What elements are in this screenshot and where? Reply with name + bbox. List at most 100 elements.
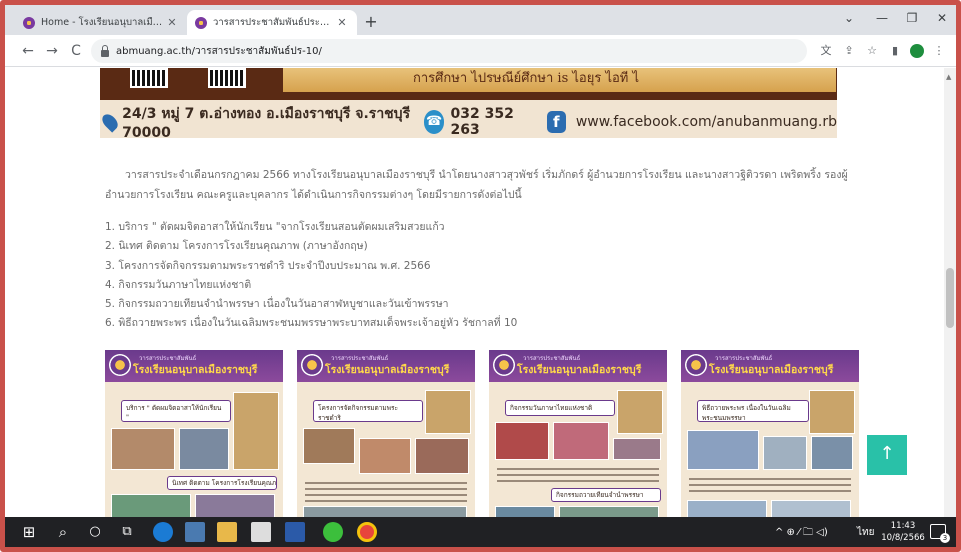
task-view-icon[interactable]: ⧉: [117, 522, 137, 542]
card-header: วารสารประชาสัมพันธ์ โรงเรียนอนุบาลเมืองร…: [681, 350, 859, 382]
line-icon[interactable]: [323, 522, 343, 542]
new-tab-button[interactable]: +: [361, 12, 381, 32]
search-icon[interactable]: ⌕: [53, 522, 73, 542]
tab-journal[interactable]: วารสารประชาสัมพันธ์ประจำเดือนกรก ✕: [187, 10, 357, 35]
photo: [359, 438, 411, 474]
bookmark-star-icon[interactable]: ☆: [864, 44, 880, 58]
card-caption: นิเทศ ติดตาม โครงการโรงเรียนคุณภาพ: [167, 476, 277, 490]
menu-icon[interactable]: ⋮: [931, 44, 947, 58]
edge-icon[interactable]: [153, 522, 173, 542]
list-item: 2. นิเทศ ติดตาม โครงการโรงเรียนคุณภาพ (ภ…: [105, 240, 368, 253]
list-item: 3. โครงการจัดกิจกรรมตามพระราชดำริ ประจำป…: [105, 259, 431, 272]
tab-home[interactable]: Home - โรงเรียนอนุบาลเมืองราชบุรี ✕: [15, 10, 187, 35]
article-body: วารสารประจำเดือนกรกฎาคม 2566 ทางโรงเรียน…: [105, 165, 865, 205]
scroll-up-arrow-icon[interactable]: ▲: [946, 73, 951, 81]
windows-taskbar: ⊞ ⌕ ○ ⧉ ^ ⊕ ⁄ 🗀 ◁) ไทย 11:43 10/8/2566 3: [5, 517, 956, 547]
photo: [687, 430, 759, 470]
photo: [613, 438, 661, 460]
word-icon[interactable]: [285, 522, 305, 542]
photo: [495, 422, 549, 460]
photo: [179, 428, 229, 470]
close-window-button[interactable]: ✕: [927, 11, 956, 25]
card-caption: โครงการจัดกิจกรรมตามพระราชดำริ: [313, 400, 423, 422]
mail-icon[interactable]: [251, 522, 271, 542]
school-banner: การศึกษา ไปรษณีย์ศึกษา is ไอยุร ไอที ไ 2…: [99, 68, 837, 141]
banner-contact-row: 24/3 หมู่ 7 ต.อ่างทอง อ.เมืองราชบุรี จ.ร…: [99, 106, 837, 141]
lock-icon[interactable]: [101, 44, 109, 57]
school-logo-icon: [109, 354, 131, 376]
share-icon[interactable]: ⇪: [841, 44, 857, 58]
url-text: abmuang.ac.th/วารสารประชาสัมพันธ์ปร-10/: [116, 45, 322, 57]
text-line: [497, 468, 659, 470]
photo: [617, 390, 663, 434]
photo: [425, 390, 471, 434]
browser-toolbar: ← → C abmuang.ac.th/วารสารประชาสัมพันธ์ป…: [5, 35, 956, 67]
school-favicon-icon: [195, 16, 207, 29]
taskbar-clock[interactable]: 11:43 10/8/2566: [881, 520, 925, 544]
banner-top-band: การศึกษา ไปรษณีย์ศึกษา is ไอยุร ไอที ไ: [100, 68, 837, 100]
tab-title: วารสารประชาสัมพันธ์ประจำเดือนกรก: [213, 17, 335, 28]
system-tray-icons[interactable]: ^ ⊕ ⁄ 🗀 ◁): [775, 525, 828, 542]
tab-search-icon[interactable]: ⌄: [834, 11, 864, 25]
close-icon[interactable]: ✕: [335, 16, 349, 29]
journal-card[interactable]: วารสารประชาสัมพันธ์ โรงเรียนอนุบาลเมืองร…: [681, 350, 859, 517]
card-header: วารสารประชาสัมพันธ์ โรงเรียนอนุบาลเมืองร…: [489, 350, 667, 382]
text-line: [689, 478, 851, 480]
phone-icon: ☎: [423, 110, 445, 134]
photo: [195, 494, 275, 517]
photo: [111, 494, 191, 517]
vertical-scrollbar[interactable]: ▲: [944, 68, 956, 517]
tab-strip: Home - โรงเรียนอนุบาลเมืองราชบุรี ✕ วารส…: [5, 5, 956, 35]
list-item: 4. กิจกรรมวันภาษาไทยแห่งชาติ: [105, 278, 252, 291]
list-item: 6. พิธีถวายพระพร เนื่องในวันเฉลิมพระชนมพ…: [105, 317, 518, 330]
store-icon[interactable]: [185, 522, 205, 542]
card-caption: พิธีถวายพระพร เนื่องในวันเฉลิมพระชนมพรรษ…: [697, 400, 809, 422]
text-line: [305, 482, 467, 484]
reload-button[interactable]: C: [67, 42, 85, 60]
journal-card[interactable]: วารสารประชาสัมพันธ์ โรงเรียนอนุบาลเมืองร…: [105, 350, 283, 517]
photo: [233, 392, 279, 470]
card-header: วารสารประชาสัมพันธ์ โรงเรียนอนุบาลเมืองร…: [105, 350, 283, 382]
scrollbar-thumb[interactable]: [946, 268, 954, 328]
school-favicon-icon: [23, 16, 35, 29]
address-bar[interactable]: abmuang.ac.th/วารสารประชาสัมพันธ์ปร-10/: [91, 39, 807, 63]
translate-icon[interactable]: 文: [818, 44, 834, 58]
photo: [687, 500, 767, 517]
notification-center-icon[interactable]: 3: [930, 524, 950, 543]
text-line: [305, 500, 467, 502]
facebook-icon: f: [546, 111, 566, 133]
photo: [811, 436, 853, 470]
journal-card[interactable]: วารสารประชาสัมพันธ์ โรงเรียนอนุบาลเมืองร…: [489, 350, 667, 517]
journal-card[interactable]: วารสารประชาสัมพันธ์ โรงเรียนอนุบาลเมืองร…: [297, 350, 475, 517]
input-language[interactable]: ไทย: [857, 525, 874, 540]
page-viewport: การศึกษา ไปรษณีย์ศึกษา is ไอยุร ไอที ไ 2…: [5, 68, 956, 517]
clock-date: 10/8/2566: [881, 533, 925, 543]
scroll-to-top-button[interactable]: ↑: [867, 435, 907, 475]
cortana-icon[interactable]: ○: [85, 522, 105, 542]
text-line: [497, 480, 659, 482]
card-caption: บริการ " ตัดผมจิตอาสาให้นักเรียน ": [121, 400, 231, 422]
windows-start-icon[interactable]: ⊞: [19, 522, 39, 542]
minimize-button[interactable]: —: [867, 11, 897, 25]
photo: [771, 500, 851, 517]
journal-gallery: วารสารประชาสัมพันธ์ โรงเรียนอนุบาลเมืองร…: [105, 350, 859, 517]
photo: [111, 428, 175, 470]
side-panel-icon[interactable]: ▮: [887, 44, 903, 58]
file-explorer-icon[interactable]: [217, 522, 237, 542]
photo: [553, 422, 609, 460]
card-header: วารสารประชาสัมพันธ์ โรงเรียนอนุบาลเมืองร…: [297, 350, 475, 382]
school-logo-icon: [493, 354, 515, 376]
chrome-icon[interactable]: [357, 522, 377, 542]
back-button[interactable]: ←: [19, 42, 37, 60]
maximize-button[interactable]: ❐: [897, 11, 927, 25]
school-logo-icon: [301, 354, 323, 376]
photo: [559, 506, 659, 517]
school-address: 24/3 หมู่ 7 ต.อ่างทอง อ.เมืองราชบุรี จ.ร…: [122, 106, 411, 141]
card-header-title: โรงเรียนอนุบาลเมืองราชบุรี: [517, 364, 642, 376]
close-icon[interactable]: ✕: [165, 16, 179, 29]
forward-button[interactable]: →: [43, 42, 61, 60]
photo: [495, 506, 555, 517]
profile-avatar[interactable]: [910, 44, 924, 58]
notification-count: 3: [940, 533, 950, 543]
photo: [809, 390, 855, 434]
